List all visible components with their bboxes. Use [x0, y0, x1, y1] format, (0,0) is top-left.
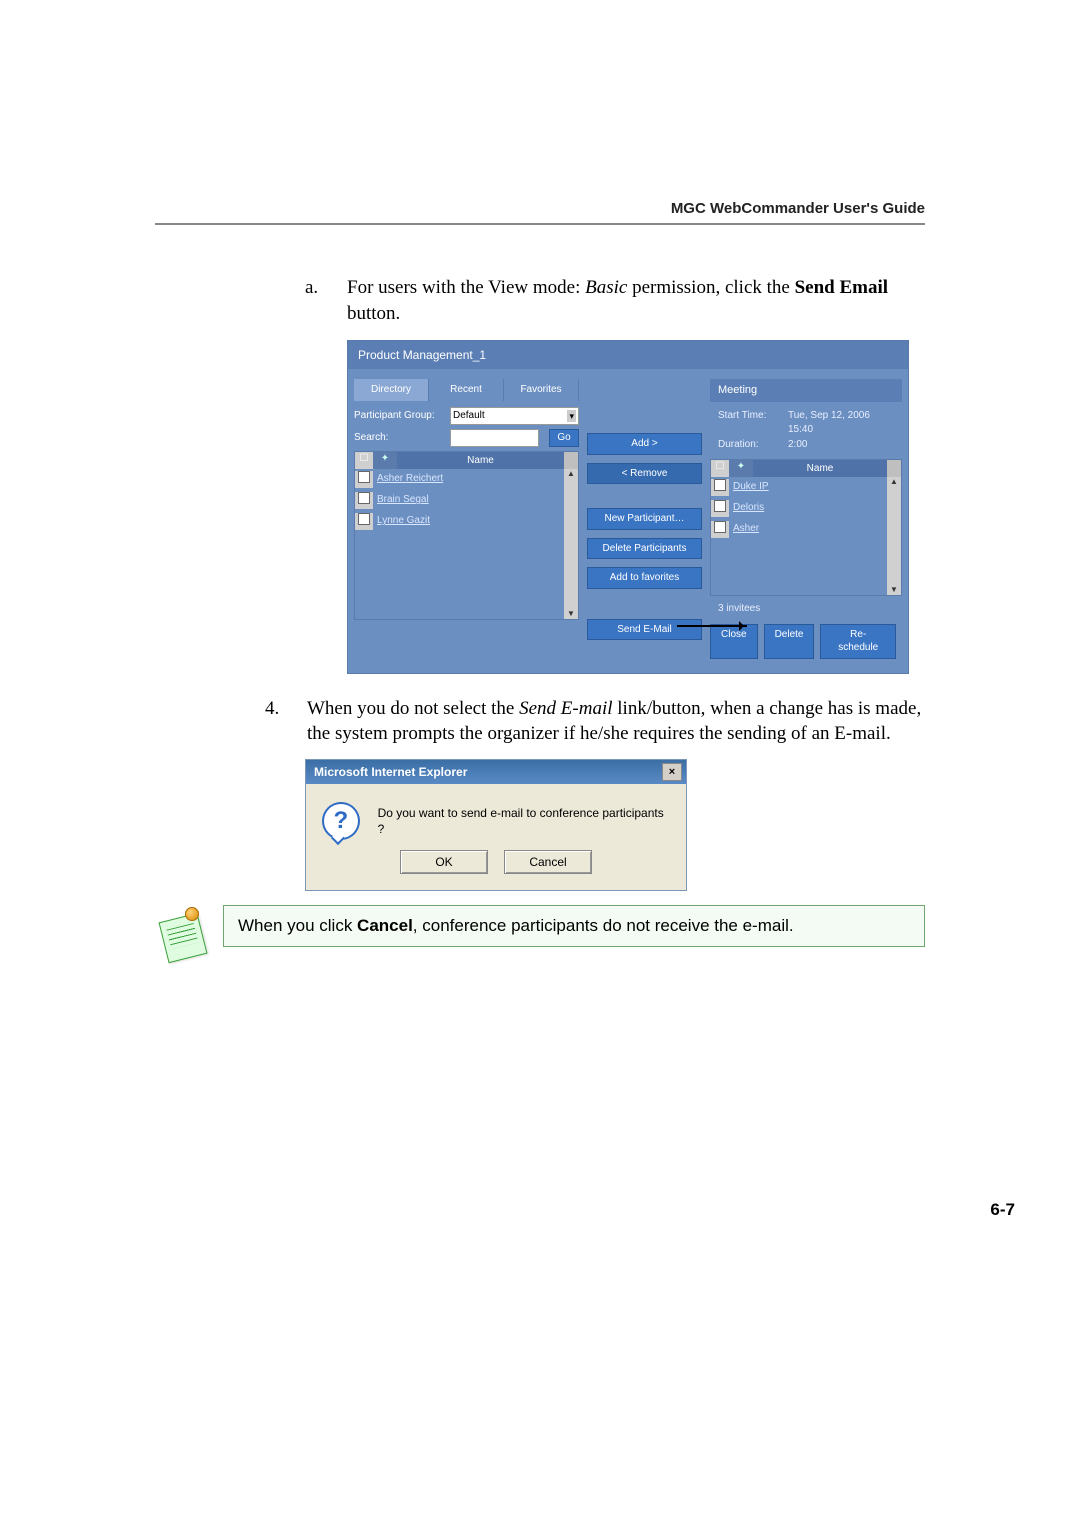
- delete-button[interactable]: Delete: [764, 624, 815, 659]
- table-row: Lynne Gazit: [355, 511, 564, 532]
- chevron-down-icon: ▾: [567, 410, 576, 422]
- blueshot-tabs: Directory Recent Favorites: [354, 379, 579, 401]
- participant-group-label: Participant Group:: [354, 409, 444, 423]
- ie-dialog-message: Do you want to send e-mail to conference…: [378, 805, 670, 837]
- note-text: When you click Cancel, conference partic…: [223, 905, 925, 947]
- participant-link[interactable]: Lynne Gazit: [377, 515, 430, 526]
- table-row: Duke IP: [711, 477, 887, 498]
- close-button[interactable]: Close: [710, 624, 758, 659]
- tab-recent[interactable]: Recent: [429, 379, 504, 401]
- row-checkbox[interactable]: [358, 513, 370, 525]
- row-checkbox[interactable]: [714, 521, 726, 533]
- left-scrollbar[interactable]: ▲▼: [564, 469, 578, 619]
- ie-dialog-title: Microsoft Internet Explorer: [314, 764, 467, 780]
- search-label: Search:: [354, 431, 444, 445]
- step-a-bold: Send Email: [795, 277, 888, 298]
- ok-button[interactable]: OK: [400, 850, 488, 874]
- sticky-note-icon: [155, 905, 211, 961]
- add-button[interactable]: Add >: [587, 433, 702, 455]
- header-rule: [155, 223, 925, 225]
- start-time-label: Start Time:: [718, 409, 788, 436]
- question-icon: ?: [322, 802, 360, 840]
- note-callout: When you click Cancel, conference partic…: [155, 905, 925, 961]
- tab-directory[interactable]: Directory: [354, 379, 429, 401]
- step-4: 4. When you do not select the Send E-mai…: [265, 696, 925, 747]
- right-scrollbar[interactable]: ▲▼: [887, 477, 901, 595]
- product-management-screenshot: Product Management_1 Directory Recent Fa…: [347, 340, 909, 674]
- meeting-header: Meeting: [710, 379, 902, 402]
- invitee-link[interactable]: Deloris: [733, 502, 764, 513]
- new-participant-button[interactable]: New Participant…: [587, 508, 702, 530]
- right-select-all-checkbox[interactable]: ☐: [711, 460, 730, 478]
- row-checkbox[interactable]: [358, 492, 370, 504]
- running-head: MGC WebCommander User's Guide: [155, 200, 925, 217]
- row-checkbox[interactable]: [358, 471, 370, 483]
- step-4-em: Send E-mail: [519, 698, 612, 719]
- callout-arrow-icon: [677, 625, 747, 627]
- go-button[interactable]: Go: [549, 429, 579, 447]
- add-to-favorites-button[interactable]: Add to favorites: [587, 567, 702, 589]
- step-a-text: For users with the View mode: Basic perm…: [347, 275, 925, 326]
- remove-button[interactable]: < Remove: [587, 463, 702, 485]
- table-row: Asher Reichert: [355, 469, 564, 490]
- duration-value: 2:00: [788, 438, 894, 452]
- participant-link[interactable]: Brain Segal: [377, 494, 429, 505]
- table-row: Deloris: [711, 498, 887, 519]
- invitees-count: 3 invitees: [710, 596, 902, 624]
- duration-label: Duration:: [718, 438, 788, 452]
- row-checkbox[interactable]: [714, 479, 726, 491]
- step-a-prefix: For users with the View mode:: [347, 277, 585, 298]
- invitee-link[interactable]: Asher: [733, 523, 759, 534]
- ie-confirm-dialog: Microsoft Internet Explorer × ? Do you w…: [305, 759, 687, 891]
- step-a: a. For users with the View mode: Basic p…: [305, 275, 925, 326]
- participant-group-select[interactable]: Default ▾: [450, 407, 579, 425]
- start-time-value: Tue, Sep 12, 2006 15:40: [788, 409, 894, 436]
- note-prefix: When you click: [238, 916, 357, 935]
- right-icon-column: ✦: [730, 460, 753, 478]
- step-a-mid: permission, click the: [627, 277, 794, 298]
- participant-link[interactable]: Asher Reichert: [377, 473, 443, 484]
- close-icon[interactable]: ×: [662, 763, 682, 781]
- blueshot-title: Product Management_1: [348, 341, 908, 369]
- search-input[interactable]: [450, 429, 539, 447]
- left-icon-column: ✦: [374, 452, 397, 470]
- step-4-text: When you do not select the Send E-mail l…: [307, 696, 925, 747]
- participant-group-value: Default: [453, 409, 485, 423]
- tab-favorites[interactable]: Favorites: [504, 379, 579, 401]
- step-4-prefix: When you do not select the: [307, 698, 519, 719]
- left-scrollbar-head: [564, 452, 578, 470]
- left-name-header: Name: [397, 452, 564, 470]
- row-checkbox[interactable]: [714, 500, 726, 512]
- left-select-all-checkbox[interactable]: ☐: [355, 452, 374, 470]
- note-suffix: , conference participants do not receive…: [413, 916, 794, 935]
- table-row: Brain Segal: [355, 490, 564, 511]
- right-scrollbar-head: [887, 460, 901, 478]
- delete-participants-button[interactable]: Delete Participants: [587, 538, 702, 560]
- invitee-link[interactable]: Duke IP: [733, 481, 769, 492]
- right-name-header: Name: [753, 460, 887, 478]
- note-bold: Cancel: [357, 916, 413, 935]
- reschedule-button[interactable]: Re-schedule: [820, 624, 896, 659]
- step-a-suffix: button.: [347, 303, 400, 324]
- step-a-marker: a.: [305, 275, 325, 326]
- page-number: 6-7: [0, 1200, 1015, 1220]
- step-4-marker: 4.: [265, 696, 285, 747]
- table-row: Asher: [711, 519, 887, 540]
- step-a-em: Basic: [585, 277, 627, 298]
- cancel-button[interactable]: Cancel: [504, 850, 592, 874]
- send-email-button[interactable]: Send E-Mail: [587, 619, 702, 641]
